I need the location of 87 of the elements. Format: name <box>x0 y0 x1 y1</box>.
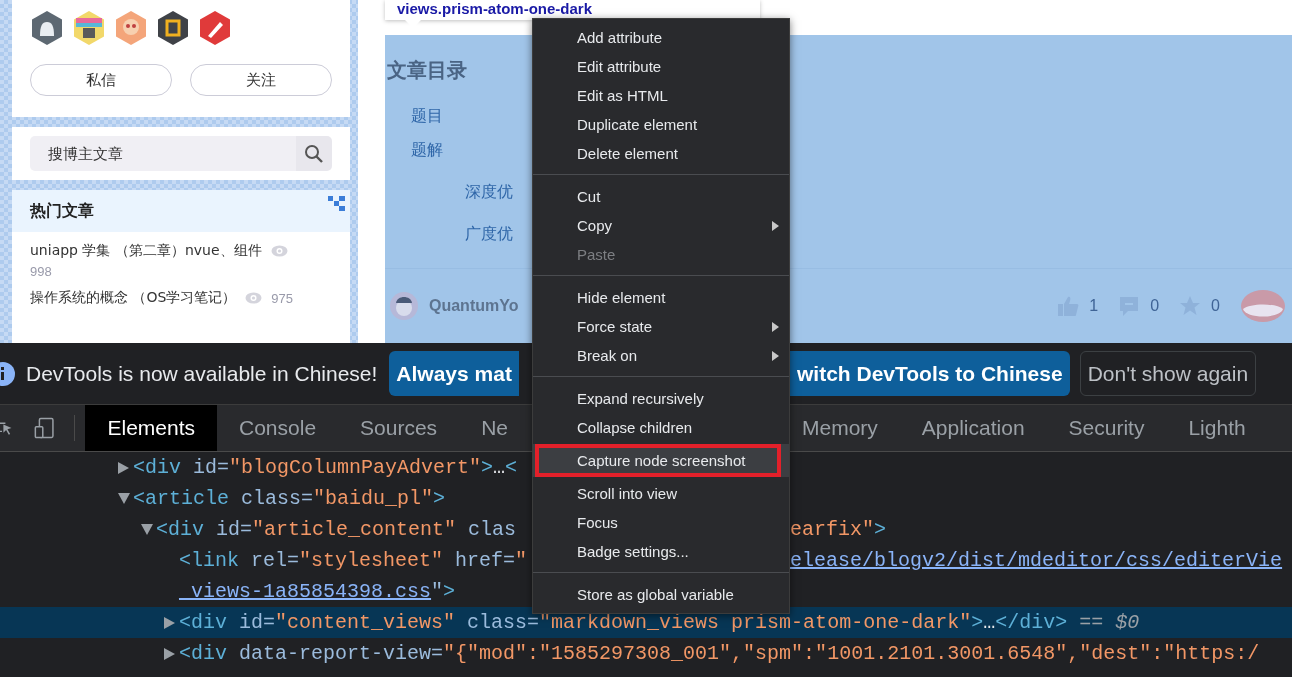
menu-item-label: Force state <box>577 318 653 335</box>
menu-item-label: Hide element <box>577 289 666 306</box>
menu-item-label: Capture node screenshot <box>577 452 746 469</box>
menu-item[interactable]: Delete element <box>533 139 789 168</box>
badge-icon <box>114 10 148 46</box>
panel-tab[interactable]: Security <box>1046 405 1167 451</box>
article-link[interactable]: uniapp 学集 （第二章）nvue、组件 <box>30 242 262 260</box>
code-line: <div id="blogColumnPayAdvert">…< <box>133 456 518 479</box>
panel-tab[interactable]: Ne <box>459 405 530 451</box>
favorite-count: 0 <box>1211 297 1220 315</box>
eye-icon <box>270 245 288 257</box>
tooltip-selector: views.prism-atom-one-dark <box>397 0 593 17</box>
menu-item[interactable]: Badge settings... <box>533 537 789 566</box>
avatar <box>1240 289 1286 323</box>
code-line: _views-1a85854398.css"> <box>179 580 456 603</box>
banner-message: DevTools is now available in Chinese! <box>26 361 378 386</box>
card-title: 热门文章 <box>30 200 94 222</box>
menu-item-label: Duplicate element <box>577 116 698 133</box>
collapsed-arrow-icon[interactable] <box>164 647 175 660</box>
menu-item[interactable]: Focus <box>533 508 789 537</box>
panel-tab[interactable]: Lighth <box>1166 405 1268 451</box>
panel-tab[interactable]: Sources <box>338 405 460 451</box>
comment-count: 0 <box>1150 297 1160 315</box>
code-line: <div data-report-view="{"mod":"1585297308_001","spm":"1001.2101.3001.6548","dest":"https:/ <box>179 642 1260 665</box>
like-count: 1 <box>1089 297 1099 315</box>
menu-item[interactable]: Cut <box>533 182 789 211</box>
selected-row[interactable]: <div id="content_views" class="markdown_views prism-atom-one-dark">…</div> == $0 <box>0 607 1292 638</box>
panel-tab[interactable]: Application <box>899 405 1047 451</box>
menu-item[interactable]: Force state <box>533 312 789 341</box>
collapsed-arrow-icon[interactable] <box>164 616 175 629</box>
article-link[interactable]: 操作系统的概念 （OS学习笔记） <box>30 289 237 307</box>
menu-item-label: Store as global variable <box>577 586 734 603</box>
menu-item-label: Paste <box>577 246 616 263</box>
menu-item[interactable]: Collapse children <box>533 413 789 442</box>
expanded-arrow-icon[interactable] <box>141 524 153 535</box>
collapsed-arrow-icon[interactable] <box>118 461 129 474</box>
menu-item-label: Collapse children <box>577 419 693 436</box>
banner-button[interactable]: Don't show again <box>1079 351 1257 396</box>
profile-button[interactable]: 关注 <box>190 64 332 96</box>
panel-tab[interactable]: Console <box>217 405 339 451</box>
panel-tab[interactable]: Memory <box>790 405 900 451</box>
menu-item-label: Edit as HTML <box>577 87 668 104</box>
menu-item-label: Edit attribute <box>577 58 662 75</box>
menu-item[interactable]: Add attribute <box>533 23 789 52</box>
menu-item[interactable]: Break on <box>533 341 789 370</box>
code-line: earfix"> <box>790 518 887 541</box>
menu-item-label: Copy <box>577 217 613 234</box>
menu-item[interactable]: Expand recursively <box>533 384 789 413</box>
view-count: 975 <box>271 290 294 306</box>
badge-icon <box>72 10 106 46</box>
menu-item[interactable]: Scroll into view <box>533 479 789 508</box>
search-field[interactable]: 搜博主文章 <box>30 136 296 171</box>
eye-icon <box>245 292 263 304</box>
banner-button[interactable]: witch DevTools to Chinese <box>790 351 1070 396</box>
menu-item[interactable]: Edit attribute <box>533 52 789 81</box>
code-line: <link rel="stylesheet" href=" <box>179 549 529 572</box>
panel-tab[interactable]: Elements <box>85 405 217 451</box>
search-button[interactable] <box>296 136 332 171</box>
menu-item-label: Cut <box>577 188 601 205</box>
code-line: <div id="content_views" class="markdown_views prism-atom-one-dark">…</div> == $0 <box>179 611 1140 634</box>
menu-item[interactable]: Store as global variable <box>533 580 789 609</box>
view-count: 998 <box>30 264 52 279</box>
menu-item-label: Break on <box>577 347 638 364</box>
badge-icon <box>30 10 64 46</box>
badge-icon <box>156 10 190 46</box>
menu-item-label: Add attribute <box>577 29 663 46</box>
menu-item-label: Scroll into view <box>577 485 678 502</box>
code-line: elease/blogv2/dist/mdeditor/css/editerVie <box>790 549 1283 572</box>
menu-item[interactable]: Capture node screenshot <box>533 444 789 477</box>
expanded-arrow-icon[interactable] <box>118 493 130 504</box>
menu-item-label: Badge settings... <box>577 543 689 560</box>
code-line: <article class="baidu_pl"> <box>133 487 446 510</box>
menu-item-label: Delete element <box>577 145 678 162</box>
search-icon <box>304 143 324 164</box>
pixel-icon <box>328 196 345 211</box>
menu-item[interactable]: Edit as HTML <box>533 81 789 110</box>
menu-item[interactable]: Copy <box>533 211 789 240</box>
code-line: <div id="article_content" clas <box>156 518 518 541</box>
toc-title: 文章目录 <box>387 57 467 84</box>
banner-button[interactable]: Always mat <box>389 351 519 396</box>
avatar <box>389 291 419 321</box>
menu-item[interactable]: Duplicate element <box>533 110 789 139</box>
menu-item[interactable]: Hide element <box>533 283 789 312</box>
menu-item-label: Focus <box>577 514 618 531</box>
menu-item-label: Expand recursively <box>577 390 704 407</box>
profile-button[interactable]: 私信 <box>30 64 172 96</box>
badge-icon <box>198 10 232 46</box>
